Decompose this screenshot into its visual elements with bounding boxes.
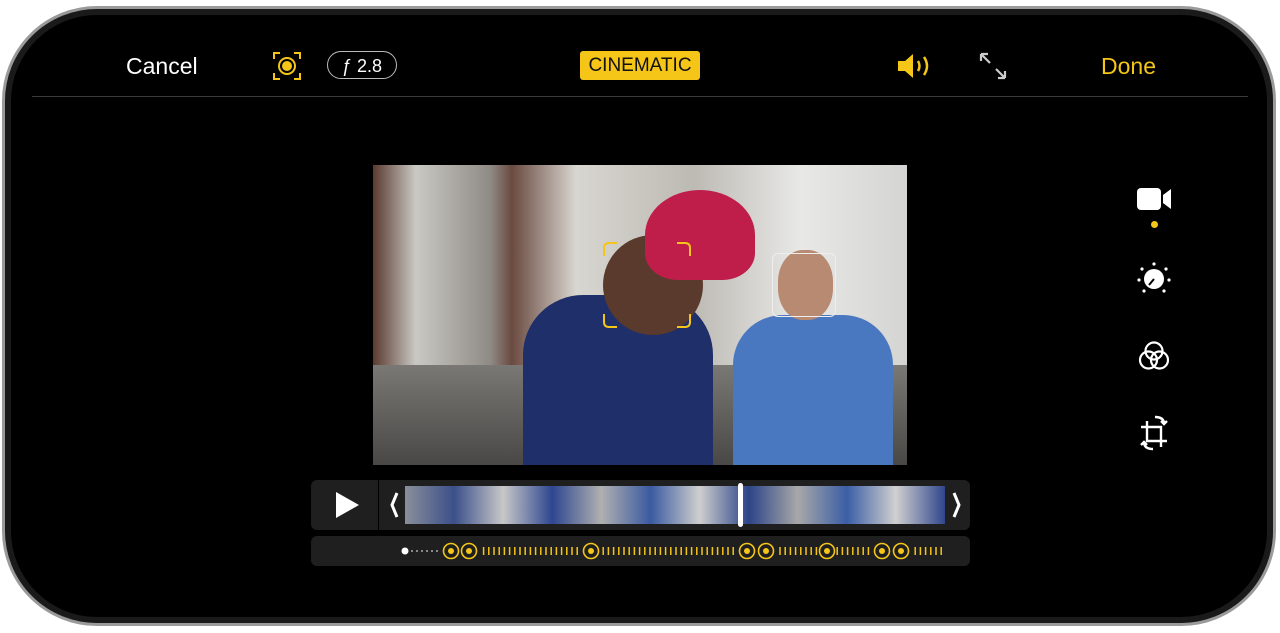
start-dot: [401, 547, 409, 555]
track-dot: [421, 550, 423, 552]
sidebar-filters-button[interactable]: [1132, 334, 1176, 378]
video-camera-icon: [1137, 188, 1171, 210]
track-dot: [431, 550, 433, 552]
sidebar-crop-button[interactable]: [1132, 410, 1176, 454]
cinematic-toggle[interactable]: CINEMATIC: [580, 51, 700, 80]
adjust-dial-icon: [1137, 262, 1171, 293]
focus-point-dot: [588, 548, 594, 554]
selected-indicator: [1151, 221, 1158, 228]
timeline-scrubber[interactable]: [311, 480, 970, 530]
track-dot: [416, 550, 418, 552]
crop-rotate-icon: [1140, 415, 1168, 451]
filters-icon: [1138, 341, 1170, 370]
dancer-back: [733, 315, 893, 465]
playhead[interactable]: [737, 483, 743, 527]
focus-box-primary[interactable]: [603, 242, 691, 328]
done-button[interactable]: Done: [1101, 53, 1156, 80]
play-button[interactable]: [311, 480, 379, 530]
focus-lock-icon: [273, 52, 301, 80]
volume-button[interactable]: [896, 52, 936, 80]
divider: [32, 96, 1248, 97]
focus-point-dot: [879, 548, 885, 554]
focus-lock-button[interactable]: [272, 51, 302, 81]
track-dot: [411, 550, 413, 552]
focus-point-dot: [744, 548, 750, 554]
aperture-button[interactable]: ƒ 2.8: [327, 51, 397, 79]
focus-point-dot: [466, 548, 472, 554]
cancel-button[interactable]: Cancel: [126, 53, 198, 80]
trim-handle-right[interactable]: [952, 492, 962, 523]
track-dot: [426, 550, 428, 552]
trim-handle-left[interactable]: [389, 492, 399, 523]
focus-point-dot: [448, 548, 454, 554]
sidebar-video-button[interactable]: [1132, 177, 1176, 221]
focus-track[interactable]: [311, 536, 970, 566]
fullscreen-button[interactable]: [978, 51, 1008, 81]
focus-point-dot: [824, 548, 830, 554]
focus-point-dot: [763, 548, 769, 554]
thumbnail-strip: [405, 486, 945, 524]
focus-points-track: [401, 542, 942, 560]
expand-icon: [979, 52, 1007, 80]
play-icon: [336, 492, 359, 518]
focus-point-dot: [898, 548, 904, 554]
focus-box-secondary[interactable]: [772, 253, 836, 317]
sidebar-adjust-button[interactable]: [1132, 256, 1176, 300]
speaker-icon: [898, 54, 929, 78]
video-preview[interactable]: [373, 165, 907, 465]
track-dot: [436, 550, 438, 552]
